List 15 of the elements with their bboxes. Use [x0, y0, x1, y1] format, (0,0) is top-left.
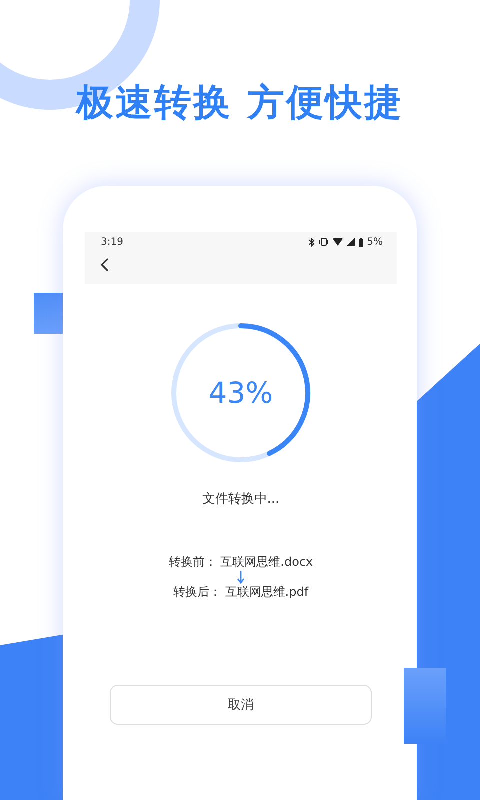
signal-icon — [347, 238, 356, 246]
down-arrow-icon — [237, 571, 245, 584]
back-icon[interactable] — [101, 258, 109, 272]
conversion-line: 转换前： 互联网思维.docx — [168, 554, 314, 571]
bluetooth-icon — [309, 238, 316, 246]
wifi-icon — [333, 238, 344, 246]
cancel-button[interactable]: 取消 — [110, 685, 372, 725]
headline: 极速转换 方便快捷 — [76, 80, 404, 126]
battery-percent: 5% — [367, 236, 383, 248]
progress-reading: 43% — [208, 376, 274, 410]
status-time: 3:19 — [101, 236, 124, 248]
vibrate-icon — [319, 238, 330, 246]
status-text: 文件转换中... — [202, 491, 280, 508]
battery-icon — [359, 238, 364, 246]
conversion-line: 转换后： 互联网思维.pdf — [173, 584, 309, 601]
